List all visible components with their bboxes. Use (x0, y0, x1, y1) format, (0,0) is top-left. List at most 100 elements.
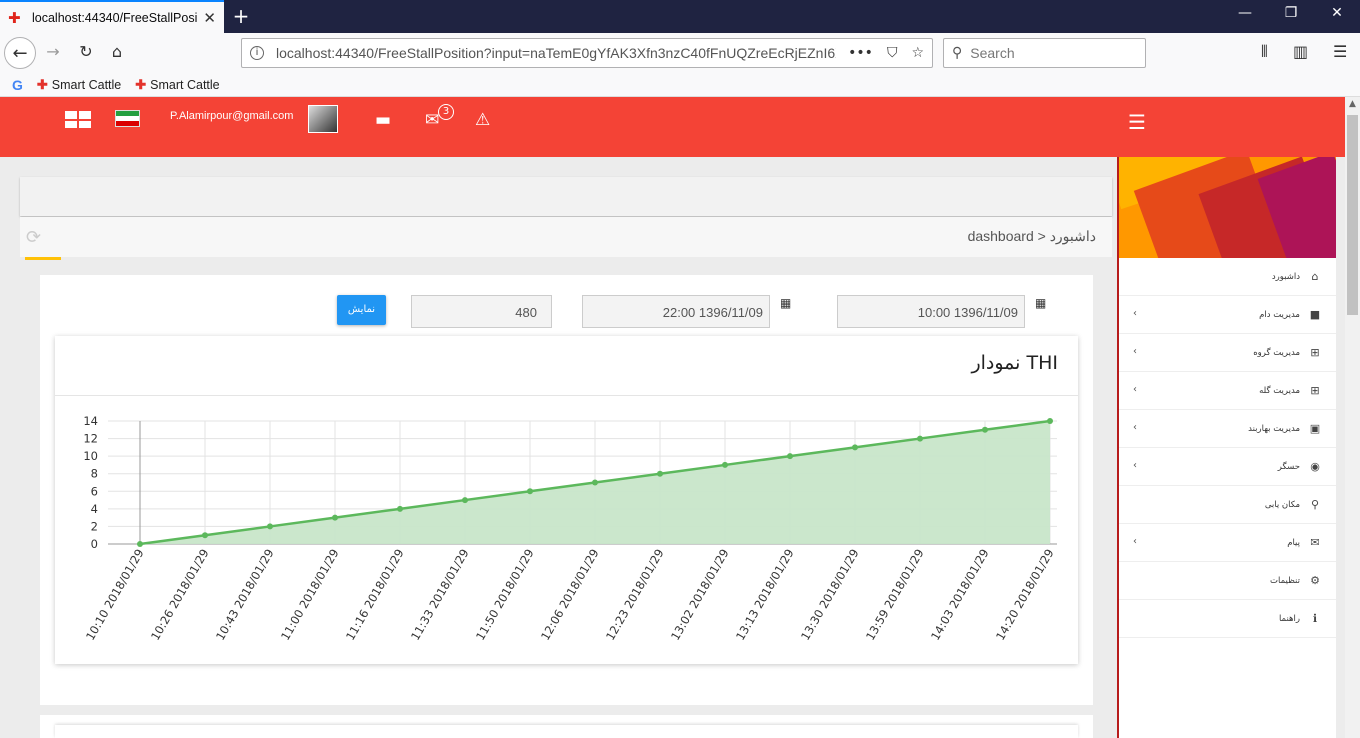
data-point (202, 532, 208, 539)
url-text[interactable]: localhost:44340/FreeStallPosition?input=… (276, 45, 836, 61)
data-point (462, 497, 468, 504)
refresh-icon[interactable]: ⟳ (26, 227, 41, 248)
x-tick-label: 11:50 2018/01/29 (473, 547, 537, 643)
y-tick-label: 2 (91, 519, 98, 533)
data-point (332, 514, 338, 521)
x-tick-label: 10:43 2018/01/29 (213, 547, 277, 643)
sidebar: داشبورد ⌂ ‹ مدیریت دام ■ ‹ مدیریت گروه ⊞ ‹ مدیریت… (1117, 157, 1336, 738)
calendar-icon[interactable]: ▦ (1035, 296, 1046, 310)
sidebar-item[interactable]: راهنما ℹ (1119, 600, 1336, 638)
scroll-thumb[interactable] (1347, 115, 1358, 315)
address-bar[interactable]: i localhost:44340/FreeStallPosition?inpu… (241, 38, 933, 68)
bookmark-label: Smart Cattle (150, 77, 220, 92)
chat-icon[interactable]: ▬ (375, 110, 391, 130)
page-actions-icon[interactable]: ••• (848, 45, 873, 61)
herd-icon: ⊞ (1310, 384, 1320, 397)
chevron-left-icon: ‹ (1133, 460, 1137, 471)
sidebar-item[interactable]: ‹ حسگر ◉ (1119, 448, 1336, 486)
sidebar-item[interactable]: ‹ پیام ✉ (1119, 524, 1336, 562)
data-point (137, 541, 143, 547)
sidebar-item[interactable]: ‹ مدیریت گله ⊞ (1119, 372, 1336, 410)
close-tab-icon[interactable]: ✕ (203, 9, 216, 27)
data-point (722, 461, 728, 468)
apps-grid-icon[interactable] (65, 111, 91, 128)
from-date-input[interactable]: 10:00 1396/11/09 (837, 295, 1025, 328)
breadcrumb-bar: ⟳ dashboard > داشبورد (20, 217, 1112, 260)
bookmark-item[interactable]: ✚ Smart Cattle (37, 77, 121, 93)
show-button[interactable]: نمایش (337, 295, 386, 325)
reload-button[interactable]: ↻ (76, 42, 96, 61)
sidebar-item[interactable]: مکان یابی ⚲ (1119, 486, 1336, 524)
library-icon[interactable]: ⫴ (1261, 42, 1268, 62)
browser-tab[interactable]: ✚ localhost:44340/FreeStallPosition ✕ (0, 0, 224, 33)
info-icon: ℹ (1312, 612, 1318, 625)
pen-icon: ▣ (1309, 422, 1321, 435)
x-tick-label: 13:02 2018/01/29 (668, 547, 732, 643)
calendar-icon[interactable]: ▦ (780, 296, 791, 310)
sidebar-item[interactable]: ‹ مدیریت گروه ⊞ (1119, 334, 1336, 372)
x-tick-label: 12:06 2018/01/29 (538, 547, 602, 643)
data-point (267, 523, 273, 530)
count-input[interactable]: 480 (411, 295, 552, 328)
bookmark-favicon-icon: ✚ (36, 76, 48, 92)
main-panel: 10:00 1396/11/09 ▦ 22:00 1396/11/09 ▦ 48… (40, 275, 1093, 705)
sidebar-item-label: تنظیمات (1270, 575, 1300, 586)
minimize-icon[interactable]: — (1235, 5, 1255, 21)
sidebar-item-label: داشبورد (1271, 271, 1300, 282)
hamburger-menu-icon[interactable]: ☰ (1128, 110, 1146, 134)
x-tick-label: 13:13 2018/01/29 (733, 547, 797, 643)
data-point (592, 479, 598, 486)
iran-flag-icon[interactable] (115, 110, 140, 127)
sidebar-item-label: مدیریت گله (1259, 385, 1300, 396)
data-point (397, 505, 403, 512)
new-tab-button[interactable]: + (230, 4, 252, 28)
warning-icon[interactable]: ⚠ (475, 110, 490, 130)
avatar[interactable] (308, 105, 338, 133)
pocket-icon[interactable]: ⛉ (887, 45, 898, 61)
user-email[interactable]: P.Alamirpour@gmail.com (170, 110, 293, 122)
sidebar-toggle-icon[interactable]: ▥ (1293, 42, 1308, 61)
x-tick-label: 13:59 2018/01/29 (863, 547, 927, 643)
back-button[interactable]: ← (4, 37, 36, 69)
sidebar-item[interactable]: ‹ مدیریت بهاربند ▣ (1119, 410, 1336, 448)
breadcrumb[interactable]: dashboard > داشبورد (968, 228, 1096, 245)
arrow-left-icon: ← (12, 42, 28, 64)
menu-icon[interactable]: ☰ (1333, 42, 1347, 61)
site-info-icon[interactable]: i (250, 46, 264, 60)
search-icon: ⚲ (952, 45, 963, 61)
x-tick-label: 14:03 2018/01/29 (928, 547, 992, 643)
restore-icon[interactable]: ❐ (1281, 5, 1301, 21)
bookmark-item[interactable]: ✚ Smart Cattle (135, 77, 219, 93)
sidebar-item[interactable]: تنظیمات ⚙ (1119, 562, 1336, 600)
sidebar-item[interactable]: داشبورد ⌂ (1119, 258, 1336, 296)
home-button[interactable]: ⌂ (107, 42, 127, 61)
scroll-up-icon[interactable]: ▲ (1345, 99, 1360, 109)
tab-title: localhost:44340/FreeStallPosition (32, 10, 198, 25)
cattle-icon: ■ (1309, 308, 1321, 321)
forward-button[interactable]: → (43, 42, 63, 61)
data-point (1047, 418, 1053, 424)
page-scrollbar[interactable]: ▲ (1345, 97, 1360, 738)
bookmark-star-icon[interactable]: ☆ (911, 45, 924, 61)
y-tick-label: 12 (83, 432, 98, 446)
sidebar-item-label: مدیریت بهاربند (1248, 423, 1300, 434)
envelope-icon: ✉ (1310, 536, 1320, 549)
x-tick-label: 12:23 2018/01/29 (603, 547, 667, 643)
y-tick-label: 8 (91, 467, 98, 481)
browser-nav-bar: ← → ↻ ⌂ i localhost:44340/FreeStallPosit… (0, 33, 1360, 73)
google-bookmark-icon[interactable]: G (12, 77, 23, 93)
refresh-indicator (25, 257, 61, 260)
to-date-input[interactable]: 22:00 1396/11/09 (582, 295, 770, 328)
card-header: نمودار THI (55, 336, 1078, 396)
window-close-icon[interactable]: ✕ (1327, 5, 1347, 21)
location-icon: ⚲ (1310, 498, 1320, 511)
y-tick-label: 6 (91, 484, 98, 498)
chevron-left-icon: ‹ (1133, 422, 1137, 433)
app-header: P.Alamirpour@gmail.com ▬ ✉ 3 ⚠ ☰ (0, 97, 1345, 157)
data-point (527, 488, 533, 495)
chevron-left-icon: ‹ (1133, 346, 1137, 357)
sidebar-item[interactable]: ‹ مدیریت دام ■ (1119, 296, 1336, 334)
data-point (657, 470, 663, 477)
search-input[interactable]: ⚲ Search (943, 38, 1146, 68)
x-tick-label: 14:20 2018/01/29 (993, 547, 1057, 643)
